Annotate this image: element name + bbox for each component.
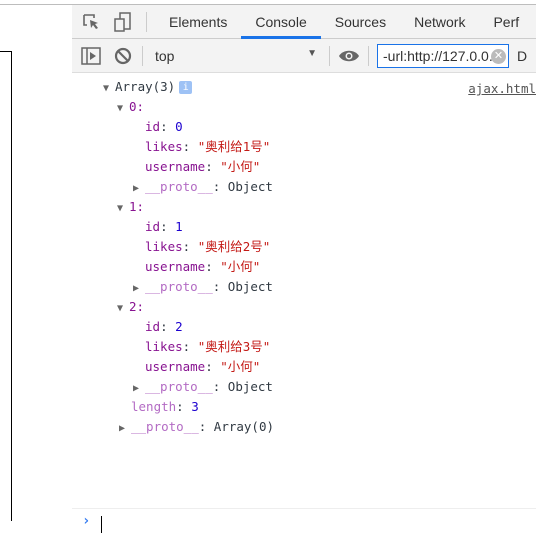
clear-filter-icon[interactable]: ✕ bbox=[491, 48, 506, 64]
context-value: top bbox=[155, 47, 175, 64]
device-toolbar-icon[interactable] bbox=[112, 11, 134, 33]
inspect-element-icon[interactable] bbox=[80, 11, 102, 33]
console-toolbar: top ▼ -url:http://127.0.0.1 ✕ D bbox=[72, 39, 536, 73]
array-header[interactable]: ▼ Array(3) i bbox=[103, 77, 193, 99]
divider bbox=[72, 508, 536, 509]
property-id: id: 2 bbox=[145, 319, 183, 334]
array-item-header[interactable]: ▼ 2: bbox=[117, 297, 144, 317]
divider bbox=[146, 11, 147, 32]
property-username: username: "小何" bbox=[145, 159, 261, 174]
property-likes: likes: "奥利给1号" bbox=[145, 139, 271, 154]
tab-console[interactable]: Console bbox=[241, 5, 322, 39]
divider bbox=[329, 45, 330, 66]
length-row: length: 3 bbox=[131, 399, 199, 414]
default-levels-button[interactable]: D bbox=[517, 48, 527, 64]
devtools-panel: Elements Console Sources Network Perf to… bbox=[72, 5, 536, 533]
proto-row[interactable]: ▶ __proto__: Object bbox=[133, 277, 273, 297]
property-likes: likes: "奥利给2号" bbox=[145, 239, 271, 254]
devtools-tabbar: Elements Console Sources Network Perf bbox=[72, 5, 536, 39]
sidebar-toggle-icon[interactable] bbox=[80, 45, 102, 67]
expanded-triangle-icon[interactable]: ▼ bbox=[103, 79, 115, 99]
source-link[interactable]: ajax.html bbox=[468, 81, 536, 96]
clear-console-icon[interactable] bbox=[112, 45, 134, 67]
expanded-triangle-icon[interactable]: ▼ bbox=[117, 99, 129, 119]
proto-row[interactable]: ▶ __proto__: Object bbox=[133, 377, 273, 397]
expanded-triangle-icon[interactable]: ▼ bbox=[117, 199, 129, 219]
console-input-caret[interactable] bbox=[101, 516, 102, 533]
array-item-header[interactable]: ▼ 1: bbox=[117, 197, 144, 217]
filter-input[interactable]: -url:http://127.0.0.1 ✕ bbox=[377, 43, 509, 68]
property-username: username: "小何" bbox=[145, 359, 261, 374]
divider bbox=[368, 45, 369, 66]
divider bbox=[142, 45, 143, 66]
array-item-header[interactable]: ▼ 0: bbox=[117, 97, 144, 117]
property-id: id: 0 bbox=[145, 119, 183, 134]
collapsed-triangle-icon[interactable]: ▶ bbox=[119, 419, 131, 439]
tab-network[interactable]: Network bbox=[400, 5, 479, 39]
collapsed-triangle-icon[interactable]: ▶ bbox=[133, 379, 145, 399]
tab-elements[interactable]: Elements bbox=[155, 5, 241, 39]
property-username: username: "小何" bbox=[145, 259, 261, 274]
collapsed-triangle-icon[interactable]: ▶ bbox=[133, 279, 145, 299]
tab-performance[interactable]: Perf bbox=[479, 5, 533, 39]
tab-sources[interactable]: Sources bbox=[321, 5, 400, 39]
collapsed-triangle-icon[interactable]: ▶ bbox=[133, 179, 145, 199]
property-likes: likes: "奥利给3号" bbox=[145, 339, 271, 354]
array-proto-row[interactable]: ▶ __proto__: Array(0) bbox=[119, 417, 274, 437]
info-icon[interactable]: i bbox=[179, 81, 193, 94]
expanded-triangle-icon[interactable]: ▼ bbox=[117, 299, 129, 319]
proto-row[interactable]: ▶ __proto__: Object bbox=[133, 177, 273, 197]
filter-value: -url:http://127.0.0.1 bbox=[383, 47, 501, 64]
console-prompt-icon: › bbox=[82, 513, 91, 529]
dropdown-arrow-icon: ▼ bbox=[307, 47, 317, 59]
context-selector[interactable]: top ▼ bbox=[151, 48, 321, 64]
live-expression-eye-icon[interactable] bbox=[338, 45, 360, 67]
page-content-box bbox=[0, 51, 12, 521]
property-id: id: 1 bbox=[145, 219, 183, 234]
